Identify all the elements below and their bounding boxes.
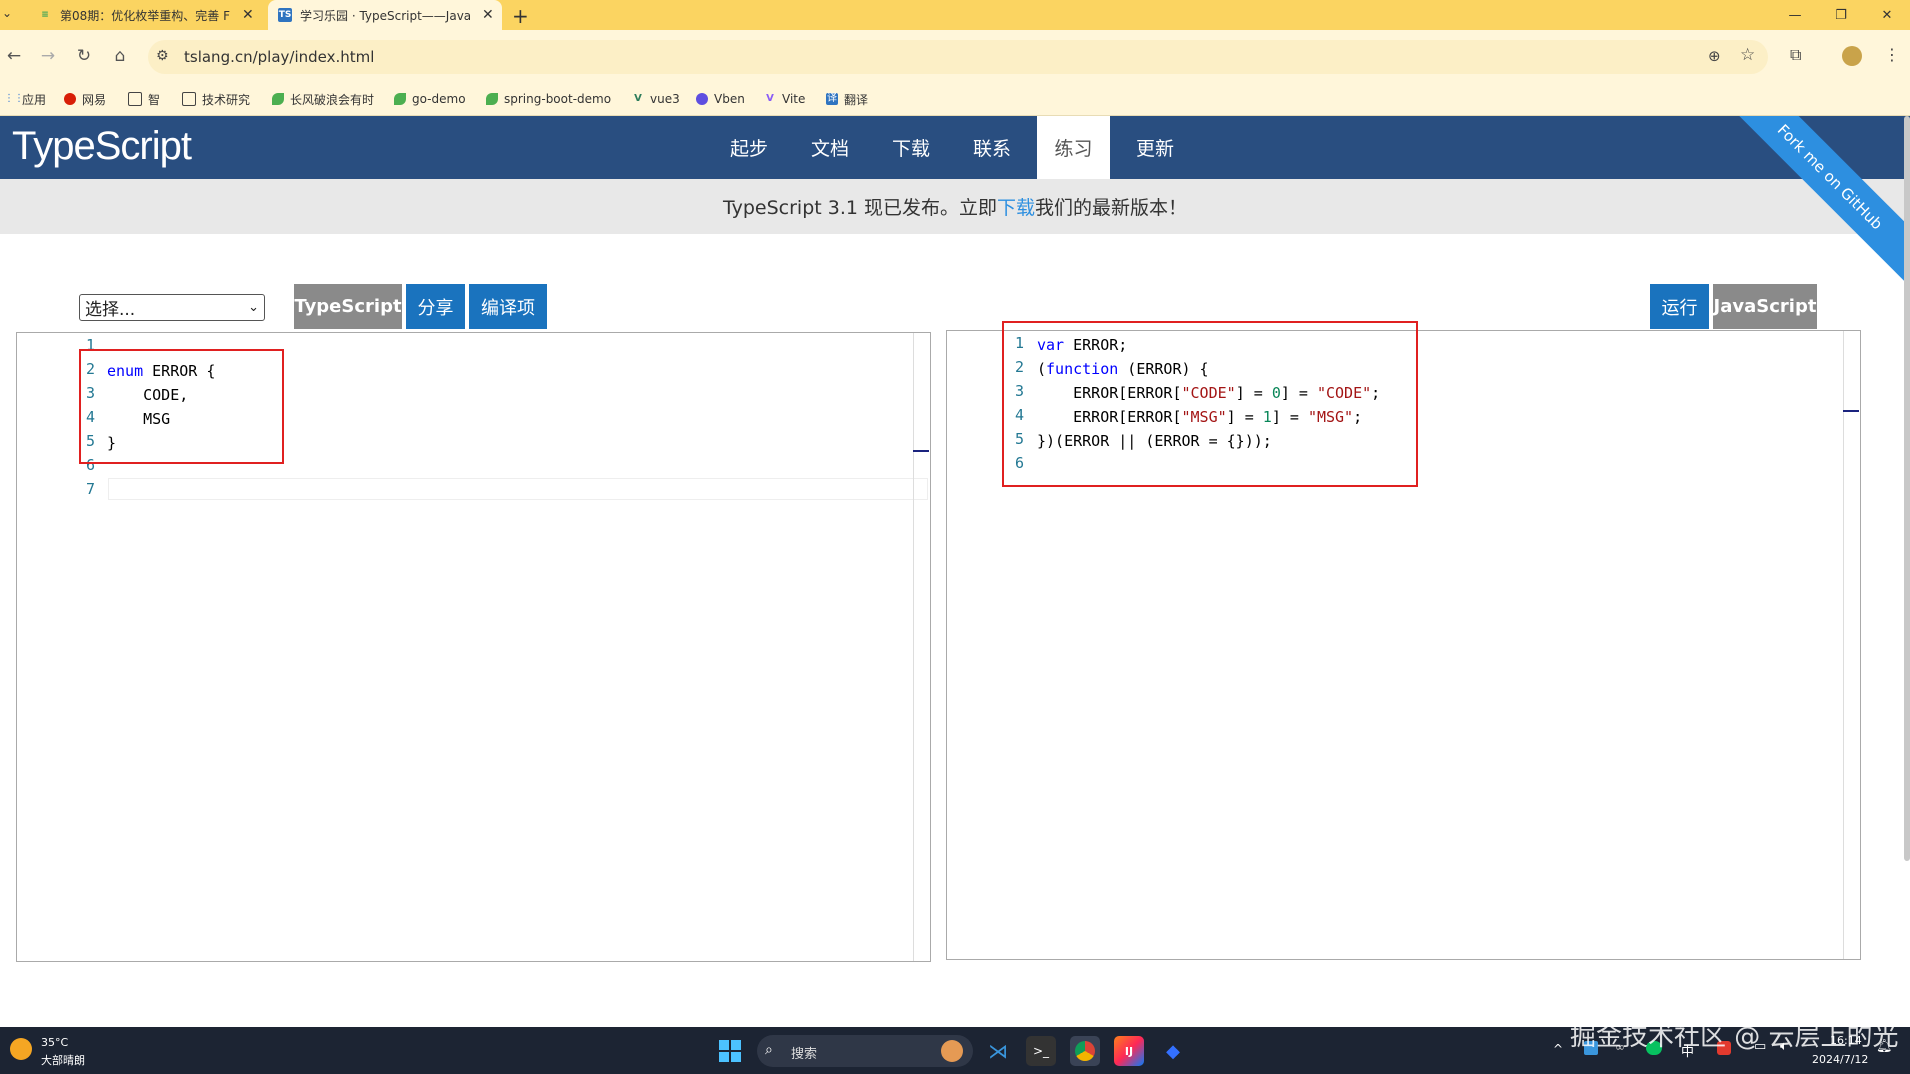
- bookmark-vben[interactable]: Vben: [696, 88, 745, 110]
- weather-temp: 35°C: [41, 1036, 69, 1049]
- bookmark-star-icon[interactable]: ☆: [1740, 45, 1755, 65]
- article-icon: ≡: [41, 10, 49, 20]
- terminal-icon[interactable]: >_: [1026, 1036, 1056, 1066]
- back-button[interactable]: ←: [0, 42, 28, 70]
- clock-date[interactable]: 2024/7/12: [1812, 1053, 1868, 1066]
- tab-title: 第08期：优化枚举重构、完善 F: [60, 8, 230, 23]
- vscode-icon[interactable]: ⋊: [983, 1036, 1013, 1066]
- browser-tab-2[interactable]: TS 学习乐园 · TypeScript——Java ✕: [268, 0, 502, 30]
- compiler-options-button[interactable]: 编译项: [469, 284, 547, 329]
- nav-download[interactable]: 下载: [871, 116, 951, 179]
- javascript-tab-button[interactable]: JavaScript: [1713, 284, 1817, 329]
- vben-icon: [696, 93, 708, 105]
- profile-avatar[interactable]: [1842, 46, 1862, 66]
- bookmark-vite[interactable]: V Vite: [764, 88, 805, 110]
- url-text[interactable]: tslang.cn/play/index.html: [184, 48, 374, 66]
- netease-icon: [64, 93, 76, 105]
- weather-icon[interactable]: [10, 1038, 32, 1060]
- bookmark-spring-boot-demo[interactable]: spring-boot-demo: [486, 88, 611, 110]
- example-select[interactable]: 选择... ⌄: [79, 294, 265, 321]
- browser-tab-1[interactable]: ≡ 第08期：优化枚举重构、完善 F ✕: [28, 0, 258, 30]
- translate-icon: 译: [826, 93, 838, 105]
- typescript-favicon-icon: TS: [278, 8, 292, 22]
- windows-start-icon[interactable]: [715, 1036, 745, 1066]
- close-tab-icon[interactable]: ✕: [482, 7, 494, 23]
- zoom-icon[interactable]: ⊕: [1708, 47, 1721, 65]
- tab-search-icon[interactable]: ⌄: [2, 6, 20, 24]
- leaf-icon: [486, 93, 498, 105]
- nav-contact[interactable]: 联系: [952, 116, 1032, 179]
- bookmark-apps[interactable]: ⋮⋮ 应用: [4, 88, 46, 110]
- page-scrollbar[interactable]: [1904, 116, 1910, 861]
- nav-start[interactable]: 起步: [709, 116, 789, 179]
- chevron-down-icon: ⌄: [248, 300, 259, 315]
- overview-ruler-marker: [913, 450, 929, 452]
- run-button[interactable]: 运行: [1650, 284, 1709, 329]
- bookmark-go-demo[interactable]: go-demo: [394, 88, 466, 110]
- close-tab-icon[interactable]: ✕: [242, 7, 254, 23]
- site-logo[interactable]: TypeScript: [12, 124, 192, 169]
- address-bar[interactable]: [148, 40, 1768, 74]
- bookmark-changfeng[interactable]: 长风破浪会有时: [272, 88, 374, 110]
- feishu-icon[interactable]: ◆: [1158, 1036, 1188, 1066]
- windows-logo: [719, 1040, 741, 1062]
- folder-icon: [128, 92, 142, 106]
- github-ribbon-clip: Fork me on GitHub: [1730, 116, 1910, 286]
- vite-icon: V: [766, 93, 774, 104]
- bookmark-vue3[interactable]: Vvue3: [632, 88, 680, 110]
- restore-button[interactable]: ❐: [1818, 0, 1864, 30]
- current-line-highlight: [108, 478, 928, 500]
- editor-scrollbar[interactable]: [913, 333, 914, 961]
- home-button[interactable]: ⌂: [106, 42, 134, 70]
- weather-desc: 大部晴朗: [41, 1054, 85, 1067]
- bookmark-netease[interactable]: 网易: [64, 88, 106, 110]
- download-link[interactable]: 下载: [997, 197, 1035, 219]
- leaf-icon: [272, 93, 284, 105]
- close-window-button[interactable]: ✕: [1864, 0, 1910, 30]
- ts-highlight-box: [79, 349, 284, 464]
- bookmark-translate[interactable]: 译翻译: [826, 88, 868, 110]
- nav-playground[interactable]: 练习: [1037, 116, 1110, 179]
- search-icon: ⌕: [765, 1042, 773, 1058]
- bookmark-folder-zhi[interactable]: 智: [128, 88, 160, 110]
- announcement-text: TypeScript 3.1 现已发布。立即下载我们的最新版本！: [722, 197, 1188, 219]
- js-highlight-box: [1002, 321, 1418, 487]
- folder-icon: [182, 92, 196, 106]
- line-number: 7: [85, 480, 95, 498]
- share-button[interactable]: 分享: [406, 284, 465, 329]
- tab-title: 学习乐园 · TypeScript——Java: [300, 8, 470, 23]
- nav-updates[interactable]: 更新: [1115, 116, 1195, 179]
- apps-grid-icon: ⋮⋮: [4, 93, 24, 104]
- forward-button[interactable]: →: [34, 42, 62, 70]
- menu-kebab-icon[interactable]: ⋮: [1884, 45, 1900, 64]
- editor-scrollbar[interactable]: [1843, 331, 1844, 959]
- chrome-logo: [1075, 1041, 1095, 1061]
- search-highlight-icon: [941, 1040, 963, 1062]
- minimize-button[interactable]: —: [1772, 0, 1818, 30]
- tray-chevron-icon[interactable]: ^: [1553, 1042, 1563, 1056]
- chrome-icon[interactable]: [1070, 1036, 1100, 1066]
- nav-docs[interactable]: 文档: [790, 116, 870, 179]
- taskbar-search[interactable]: ⌕ 搜索: [757, 1035, 973, 1067]
- github-ribbon[interactable]: Fork me on GitHub: [1730, 116, 1910, 286]
- intellij-icon[interactable]: IJ: [1114, 1036, 1144, 1066]
- reload-button[interactable]: ↻: [70, 42, 98, 70]
- extensions-icon[interactable]: ⧉: [1790, 45, 1801, 65]
- typescript-tab-button[interactable]: TypeScript: [294, 284, 402, 329]
- vue-icon: V: [634, 93, 642, 104]
- overview-ruler-marker: [1843, 410, 1859, 412]
- watermark: 掘金技术社区 @ 云层上的光: [1570, 1022, 1899, 1052]
- site-info-icon[interactable]: ⚙: [156, 48, 169, 64]
- new-tab-button[interactable]: +: [512, 4, 529, 28]
- leaf-icon: [394, 93, 406, 105]
- bookmark-folder-tech[interactable]: 技术研究: [182, 88, 250, 110]
